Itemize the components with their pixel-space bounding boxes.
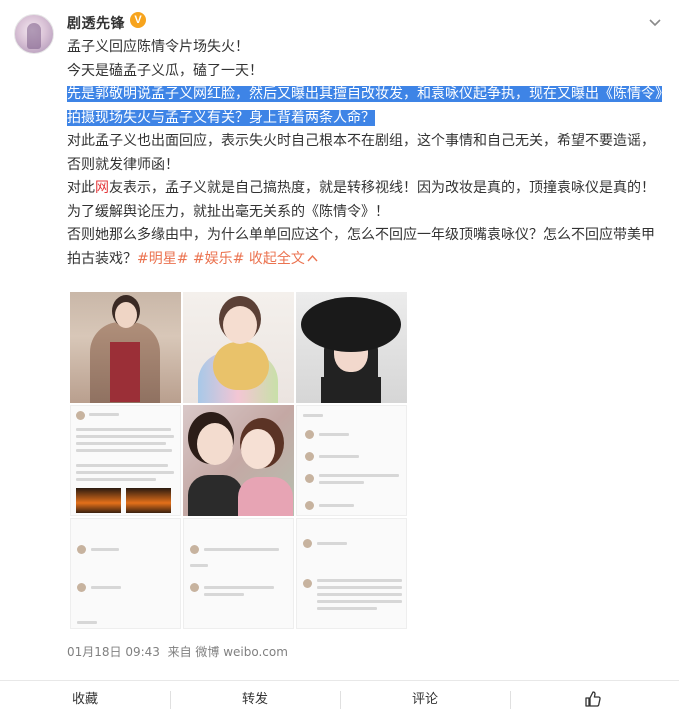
chevron-up-icon xyxy=(307,254,318,262)
photo-thumbnail[interactable] xyxy=(183,292,294,403)
post-text: 孟子义回应陈情令片场失火！ 今天是磕孟子义瓜，磕了一天！ 先是郭敬明说孟子义网红… xyxy=(67,36,667,271)
post-line: 对此孟子义也出面回应，表示失火时自己根本不在剧组，这个事情和自己无关，希望不要造… xyxy=(67,133,655,173)
favorite-button[interactable]: 收藏 xyxy=(0,681,170,719)
screenshot-thumbnail[interactable] xyxy=(70,405,181,516)
collapse-label: 收起全文 xyxy=(248,250,305,267)
post-line: 孟子义回应陈情令片场失火！ xyxy=(67,39,249,55)
hashtag-link[interactable]: #娱乐# xyxy=(193,251,244,267)
text-span: 对此 xyxy=(67,180,95,196)
post-line: 否则她那么多缘由中，为什么单单回应这个，怎么不回应一年级顶嘴袁咏仪？怎么不回应带… xyxy=(67,224,667,271)
thumbs-up-icon[interactable] xyxy=(584,690,602,708)
post-line: 今天是磕孟子义瓜，磕了一天！ xyxy=(67,62,263,79)
photo-thumbnail[interactable] xyxy=(70,292,181,403)
collapse-text-link[interactable]: 收起全文 xyxy=(249,251,318,267)
post-line: 对此网友表示，孟子义就是自己搞热度，就是转移视线！因为改妆是真的，顶撞袁咏仪是真… xyxy=(67,177,667,201)
repost-button[interactable]: 转发 xyxy=(170,681,340,719)
weibo-post-card: 剧透先锋 V 孟子义回应陈情令片场失火！ 今天是磕孟子义瓜，磕了一天！ 先是郭敬… xyxy=(0,0,679,719)
screenshot-thumbnail[interactable] xyxy=(183,518,294,629)
red-text-span: 网 xyxy=(95,180,109,196)
hashtag-link[interactable]: #明星# xyxy=(137,251,188,267)
divider xyxy=(510,691,511,709)
post-line: 为了缓解舆论压力，就扯出毫无关系的《陈情令》！ xyxy=(67,203,389,220)
post-source: 来自 微博 weibo.com xyxy=(167,645,288,659)
selected-text: 先是郭敬明说孟子义网红脸，然后又曝出其擅自改妆发，和袁咏仪起争执，现在又曝出《陈… xyxy=(67,86,662,126)
verified-badge-icon: V xyxy=(130,12,146,28)
screenshot-thumbnail[interactable] xyxy=(296,518,407,629)
avatar[interactable] xyxy=(14,14,54,54)
photo-thumbnail[interactable] xyxy=(296,292,407,403)
post-timestamp[interactable]: 01月18日 09:43 xyxy=(67,645,160,659)
chevron-down-icon[interactable] xyxy=(647,14,663,30)
screenshot-thumbnail[interactable] xyxy=(296,405,407,516)
screenshot-thumbnail[interactable] xyxy=(70,518,181,629)
photo-thumbnail[interactable] xyxy=(183,405,294,516)
comment-button[interactable]: 评论 xyxy=(340,681,510,719)
post-meta: 01月18日 09:43 来自 微博 weibo.com xyxy=(67,643,288,660)
post-line-selected: 先是郭敬明说孟子义网红脸，然后又曝出其擅自改妆发，和袁咏仪起争执，现在又曝出《陈… xyxy=(67,83,667,130)
username[interactable]: 剧透先锋 xyxy=(67,13,125,33)
text-span: 友表示，孟子义就是自己搞热度，就是转移视线！因为改妆是真的，顶撞袁咏仪是真的！ xyxy=(109,180,655,196)
